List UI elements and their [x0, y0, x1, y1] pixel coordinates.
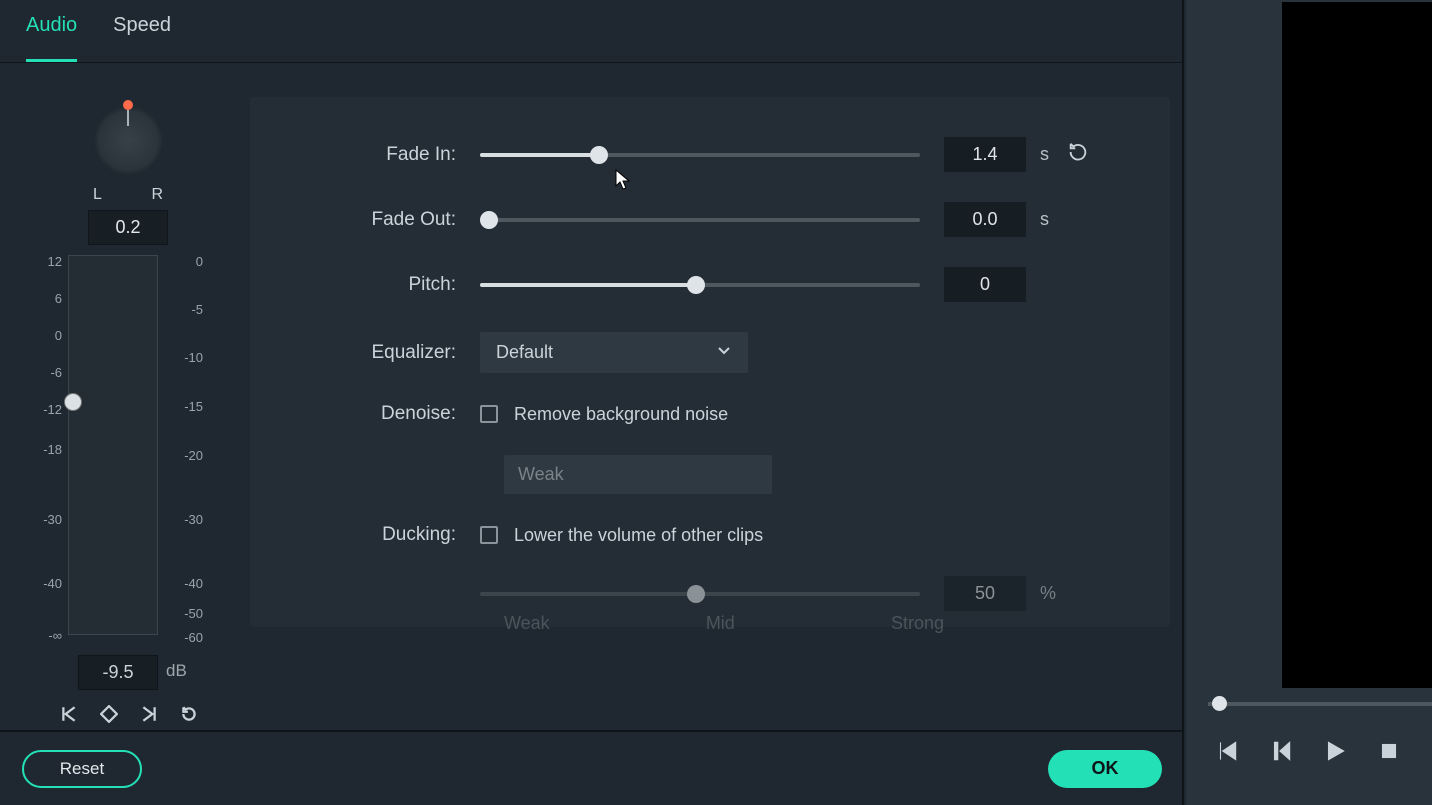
ducking-label: Ducking: — [280, 524, 480, 546]
playback-stop-icon[interactable] — [1376, 738, 1402, 764]
fade-out-unit: s — [1040, 209, 1049, 230]
fade-out-value[interactable]: 0.0 — [944, 202, 1026, 237]
balance-center-tick — [127, 110, 129, 126]
keyframe-reset-icon[interactable] — [180, 705, 198, 723]
fade-in-value[interactable]: 1.4 — [944, 137, 1026, 172]
ducking-mark-weak: Weak — [504, 613, 550, 634]
ok-button[interactable]: OK — [1048, 750, 1162, 788]
denoise-checkbox[interactable] — [480, 405, 498, 423]
ducking-handle[interactable] — [687, 585, 705, 603]
ducking-checkbox[interactable] — [480, 526, 498, 544]
keyframe-toolbar — [60, 705, 198, 723]
volume-meter: 12 6 0 -6 -12 -18 -30 -40 -∞ 0 -5 -10 -1… — [28, 255, 228, 645]
tab-speed[interactable]: Speed — [113, 14, 171, 62]
denoise-strength-select[interactable]: Weak — [504, 455, 772, 494]
pitch-handle[interactable] — [687, 276, 705, 294]
equalizer-label: Equalizer: — [280, 342, 480, 364]
tabs: Audio Speed — [0, 0, 1182, 63]
fade-in-unit: s — [1040, 144, 1049, 165]
preview-panel — [1186, 0, 1432, 805]
balance-left-label: L — [93, 186, 102, 204]
preview-video — [1282, 2, 1432, 688]
tab-audio[interactable]: Audio — [26, 14, 77, 62]
equalizer-selected: Default — [496, 342, 553, 363]
fade-in-reset-icon[interactable] — [1067, 141, 1089, 168]
fade-out-label: Fade Out: — [280, 209, 480, 231]
playback-play-icon[interactable] — [1322, 738, 1348, 764]
fade-in-slider[interactable] — [480, 153, 920, 157]
denoise-label: Denoise: — [280, 403, 480, 425]
keyframe-next-icon[interactable] — [140, 705, 158, 723]
ducking-value[interactable]: 50 — [944, 576, 1026, 611]
fade-in-label: Fade In: — [280, 144, 480, 166]
volume-db-input[interactable]: -9.5 — [78, 655, 158, 690]
volume-handle[interactable] — [64, 393, 82, 411]
denoise-checkbox-label: Remove background noise — [514, 404, 728, 425]
fade-in-handle[interactable] — [590, 146, 608, 164]
preview-scrubber[interactable] — [1208, 702, 1432, 706]
audio-settings-card: Fade In: 1.4 s Fade Out: 0.0 s P — [250, 97, 1170, 627]
balance-value-input[interactable]: 0.2 — [88, 210, 168, 245]
volume-db-unit: dB — [166, 661, 187, 681]
ducking-checkbox-label: Lower the volume of other clips — [514, 525, 763, 546]
keyframe-prev-icon[interactable] — [60, 705, 78, 723]
playback-prev-icon[interactable] — [1214, 738, 1240, 764]
ducking-slider[interactable] — [480, 592, 920, 596]
balance-indicator-dot — [123, 100, 133, 110]
scrubber-handle[interactable] — [1212, 696, 1227, 711]
fade-out-slider[interactable] — [480, 218, 920, 222]
ducking-unit: % — [1040, 583, 1056, 604]
fade-out-handle[interactable] — [480, 211, 498, 229]
reset-button[interactable]: Reset — [22, 750, 142, 788]
equalizer-select[interactable]: Default — [480, 332, 748, 373]
playback-step-back-icon[interactable] — [1268, 738, 1294, 764]
ducking-mark-mid: Mid — [706, 613, 735, 634]
balance-knob[interactable] — [91, 103, 166, 178]
pitch-slider[interactable] — [480, 283, 920, 287]
keyframe-add-icon[interactable] — [100, 705, 118, 723]
balance-right-label: R — [151, 186, 163, 204]
chevron-down-icon — [716, 342, 732, 363]
volume-track[interactable] — [68, 255, 158, 635]
ducking-mark-strong: Strong — [891, 613, 944, 634]
pitch-value[interactable]: 0 — [944, 267, 1026, 302]
pitch-label: Pitch: — [280, 274, 480, 296]
